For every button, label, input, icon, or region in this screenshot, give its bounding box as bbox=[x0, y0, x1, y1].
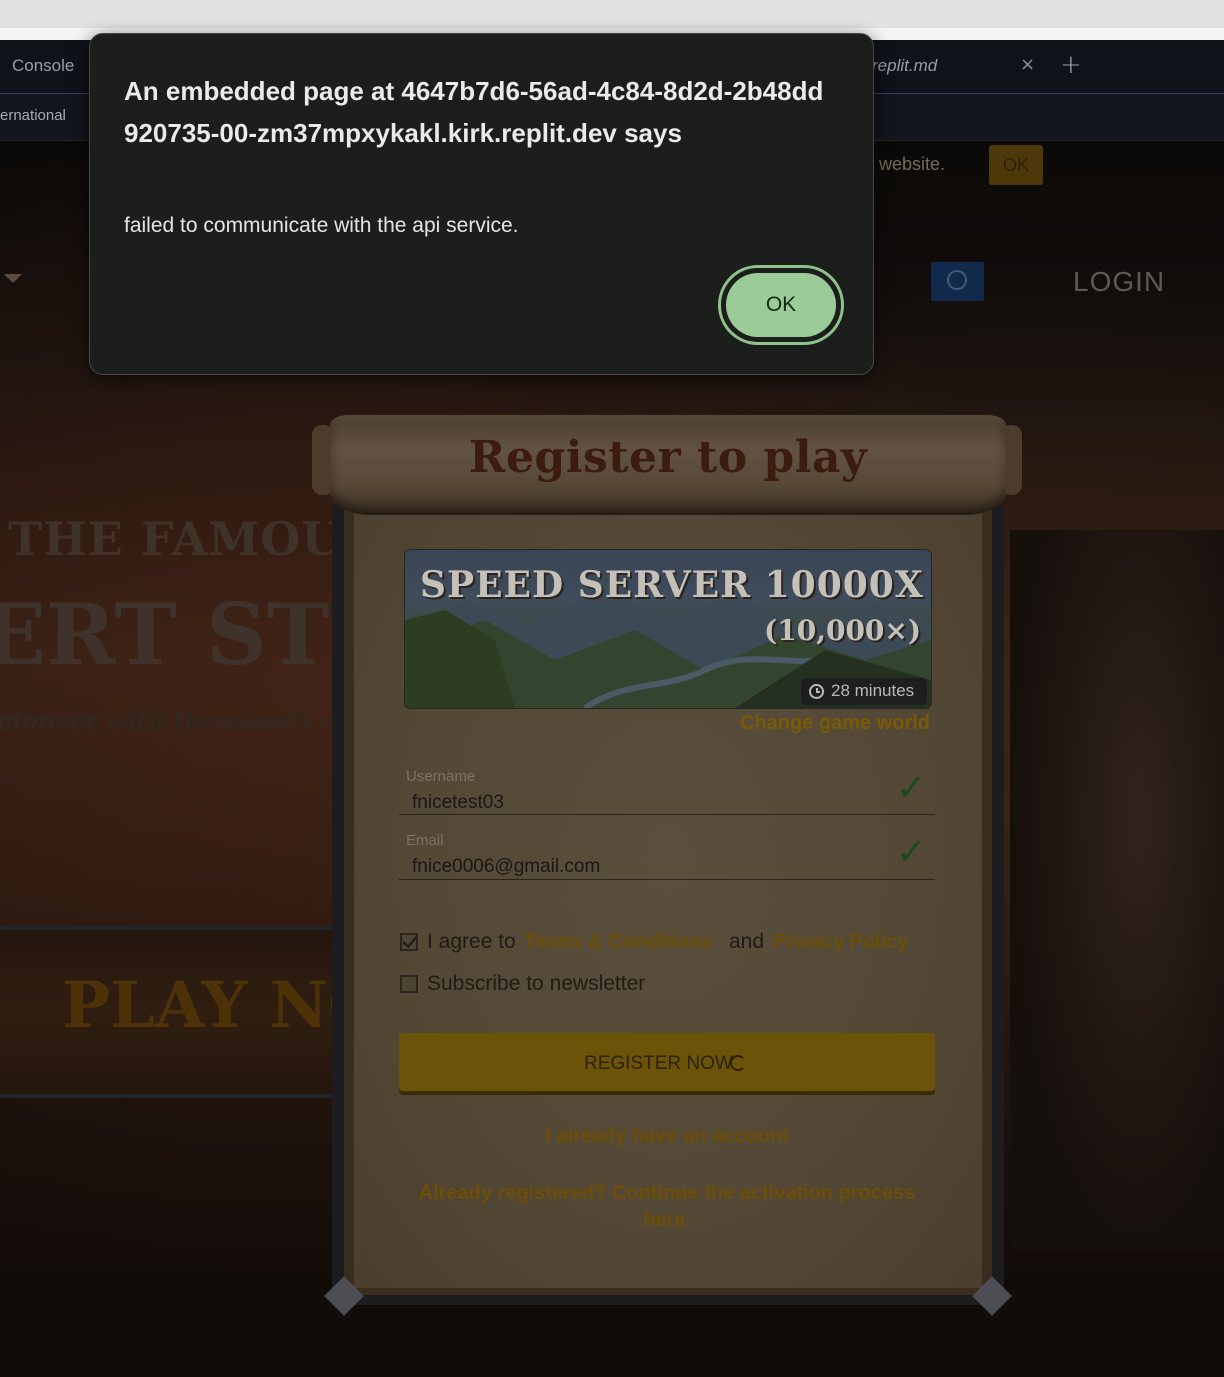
email-underline bbox=[399, 879, 935, 880]
already-have-account-link[interactable]: I already have an account bbox=[399, 1125, 935, 1148]
close-tab-icon[interactable]: × bbox=[1020, 54, 1035, 75]
username-underline bbox=[399, 814, 935, 815]
username-input[interactable]: fnicetest03 bbox=[412, 792, 504, 814]
email-input[interactable]: fnice0006@gmail.com bbox=[412, 856, 600, 878]
newsletter-label: Subscribe to newsletter bbox=[427, 972, 646, 995]
email-label: Email bbox=[406, 832, 444, 849]
email-valid-check-icon: ✓ bbox=[896, 832, 927, 873]
register-now-label: REGISTER NOW bbox=[584, 1053, 733, 1074]
agree-terms-checkbox[interactable] bbox=[400, 933, 418, 951]
register-title: Register to play bbox=[468, 432, 868, 483]
alert-title: An embedded page at 4647b7d6-56ad-4c84-8… bbox=[124, 76, 824, 148]
tab-console[interactable]: Console bbox=[12, 56, 74, 76]
username-label: Username bbox=[406, 768, 476, 785]
world-name: SPEED SERVER 10000X bbox=[420, 564, 924, 606]
address-bar-fragment[interactable]: ernational bbox=[0, 107, 66, 124]
username-valid-check-icon: ✓ bbox=[896, 768, 927, 809]
and-label: and bbox=[729, 930, 765, 953]
world-time-text: 28 minutes bbox=[831, 681, 915, 700]
terms-conditions-link[interactable]: Terms & Conditions bbox=[524, 931, 713, 954]
tab-replit-md[interactable]: replit.md bbox=[872, 56, 937, 76]
clock-icon bbox=[809, 684, 824, 699]
continue-activation-link[interactable]: Already registered? Continue the activat… bbox=[399, 1180, 935, 1234]
world-speed: (10,000×) bbox=[764, 614, 922, 647]
agree-label: I agree to bbox=[427, 930, 516, 953]
new-tab-icon[interactable]: + bbox=[1060, 50, 1082, 80]
loading-spinner-icon bbox=[730, 1055, 746, 1071]
window-top-strip bbox=[0, 0, 1224, 28]
privacy-policy-link[interactable]: Privacy Policy bbox=[773, 931, 909, 954]
newsletter-checkbox[interactable] bbox=[400, 975, 418, 993]
change-game-world-link[interactable]: Change game world bbox=[600, 712, 930, 735]
alert-ok-label: OK bbox=[726, 273, 836, 337]
alert-ok-button[interactable]: OK bbox=[718, 265, 844, 345]
alert-message: failed to communicate with the api servi… bbox=[124, 214, 519, 237]
